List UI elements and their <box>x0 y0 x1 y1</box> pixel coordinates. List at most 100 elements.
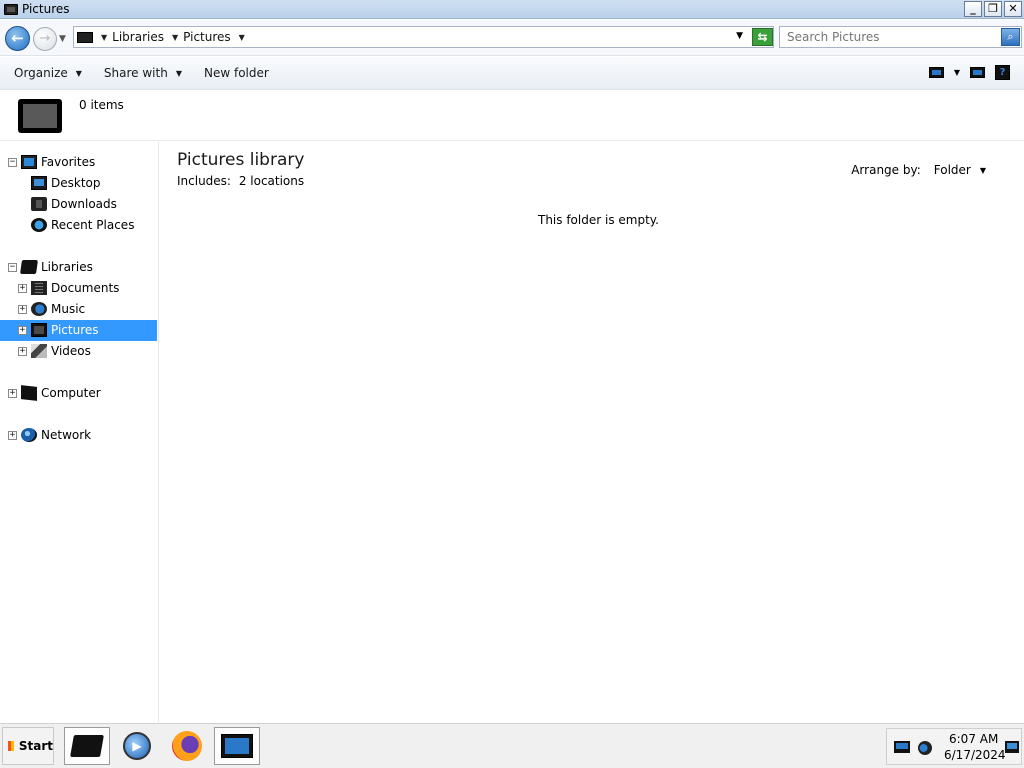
empty-folder-message: This folder is empty. <box>538 213 659 227</box>
search-button[interactable]: ⌕ <box>1001 28 1020 46</box>
refresh-button[interactable]: ⇆ <box>752 28 773 46</box>
desktop-icon <box>31 176 47 190</box>
expand-icon[interactable]: + <box>18 284 27 293</box>
nav-label: Downloads <box>51 197 117 211</box>
clock-date[interactable]: 6/17/2024 <box>944 748 1006 762</box>
nav-item-desktop[interactable]: Desktop <box>0 173 157 194</box>
recent-places-icon <box>31 218 47 232</box>
view-options-dropdown[interactable]: ▼ <box>954 68 960 77</box>
refresh-icon: ⇆ <box>757 30 768 44</box>
expand-icon[interactable]: + <box>18 326 27 335</box>
taskbar-media-player[interactable]: ▶ <box>114 727 160 765</box>
location-icon <box>77 31 93 43</box>
expand-icon[interactable]: + <box>18 347 27 356</box>
network-tray-icon[interactable] <box>894 741 910 753</box>
taskbar: Start ▶ 6:07 AM 6/17/2024 <box>0 723 1024 768</box>
nav-label: Libraries <box>41 260 93 274</box>
chevron-down-icon[interactable]: ▼ <box>980 166 986 175</box>
forward-button[interactable]: → <box>33 27 57 51</box>
navigation-pane: − Favorites Desktop Downloads Recent Pla… <box>0 142 159 722</box>
show-desktop-icon[interactable] <box>1005 741 1019 753</box>
details-strip: 0 items <box>0 91 1024 141</box>
view-controls: ▼ ? <box>928 65 1010 80</box>
nav-item-favorites[interactable]: − Favorites <box>0 152 157 173</box>
address-history-dropdown[interactable]: ▼ <box>736 31 743 41</box>
crumb-libraries[interactable]: Libraries <box>112 30 164 44</box>
nav-item-network[interactable]: + Network <box>0 425 157 446</box>
expand-icon[interactable]: + <box>8 431 17 440</box>
nav-item-music[interactable]: + Music <box>0 299 157 320</box>
search-box: ⌕ <box>779 26 1022 48</box>
nav-item-computer[interactable]: + Computer <box>0 383 157 404</box>
arrange-by-label: Arrange by: <box>851 163 921 177</box>
organize-button[interactable]: Organize ▼ <box>14 66 82 80</box>
command-bar: Organize ▼ Share with ▼ New folder ▼ ? <box>0 57 1024 90</box>
taskbar-firefox[interactable] <box>164 727 210 765</box>
nav-label: Network <box>41 428 92 442</box>
crumb-separator-icon[interactable]: ▼ <box>172 33 178 42</box>
nav-label: Documents <box>51 281 120 295</box>
start-button[interactable]: Start <box>2 727 54 765</box>
chevron-down-icon: ▼ <box>175 68 182 78</box>
library-includes: Includes: 2 locations <box>177 174 304 188</box>
arrange-by-value[interactable]: Folder <box>934 163 971 177</box>
nav-item-videos[interactable]: + Videos <box>0 341 157 362</box>
nav-item-pictures[interactable]: + Pictures <box>0 320 157 341</box>
window-icon <box>221 734 253 758</box>
documents-icon <box>31 281 47 295</box>
music-icon <box>31 302 47 316</box>
arrange-by: Arrange by: Folder ▼ <box>851 163 986 177</box>
nav-item-recent-places[interactable]: Recent Places <box>0 215 157 236</box>
nav-item-libraries[interactable]: − Libraries <box>0 257 157 278</box>
preview-pane-icon[interactable] <box>970 67 985 78</box>
expand-icon[interactable]: + <box>18 305 27 314</box>
taskbar-pictures-window[interactable] <box>214 727 260 765</box>
address-bar: ← → ▼ ▼ Libraries ▼ Pictures ▼ ▼ ⇆ ⌕ <box>0 20 1024 56</box>
crumb-separator-icon[interactable]: ▼ <box>101 33 107 42</box>
expand-icon[interactable]: + <box>8 389 17 398</box>
nav-label: Computer <box>41 386 101 400</box>
pictures-icon <box>31 323 47 337</box>
volume-icon[interactable] <box>918 741 932 755</box>
organize-label: Organize <box>14 66 68 80</box>
libraries-icon <box>20 260 38 274</box>
new-folder-button[interactable]: New folder <box>204 66 269 80</box>
close-button[interactable]: ✕ <box>1004 1 1022 17</box>
items-count: 0 items <box>79 98 124 112</box>
includes-locations-link[interactable]: 2 locations <box>239 174 304 188</box>
downloads-icon <box>31 197 47 211</box>
recent-pages-dropdown[interactable]: ▼ <box>59 34 66 44</box>
nav-item-downloads[interactable]: Downloads <box>0 194 157 215</box>
search-icon: ⌕ <box>1007 30 1014 43</box>
content-pane: Pictures library Includes: 2 locations A… <box>160 142 1024 722</box>
nav-item-documents[interactable]: + Documents <box>0 278 157 299</box>
back-arrow-icon: ← <box>11 29 24 47</box>
start-label: Start <box>18 739 53 753</box>
help-icon[interactable]: ? <box>995 65 1010 80</box>
title-bar: Pictures _ ❐ ✕ <box>0 0 1024 19</box>
change-view-icon[interactable] <box>928 67 944 78</box>
clock-time[interactable]: 6:07 AM <box>949 732 998 746</box>
search-input[interactable] <box>780 27 990 47</box>
address-field[interactable]: ▼ Libraries ▼ Pictures ▼ ▼ <box>73 26 774 48</box>
crumb-pictures[interactable]: Pictures <box>183 30 231 44</box>
taskbar-explorer[interactable] <box>64 727 110 765</box>
library-title: Pictures library <box>177 150 305 170</box>
window-title: Pictures <box>22 2 70 16</box>
library-large-icon <box>18 99 62 133</box>
pictures-folder-icon <box>4 3 18 15</box>
includes-label: Includes: <box>177 174 231 188</box>
collapse-icon[interactable]: − <box>8 158 17 167</box>
nav-label: Favorites <box>41 155 96 169</box>
share-with-button[interactable]: Share with ▼ <box>104 66 182 80</box>
forward-arrow-icon: → <box>39 31 51 46</box>
back-button[interactable]: ← <box>5 26 30 51</box>
computer-icon <box>21 385 37 401</box>
media-player-icon: ▶ <box>123 732 151 760</box>
crumb-separator-icon[interactable]: ▼ <box>239 33 245 42</box>
nav-label: Music <box>51 302 86 316</box>
minimize-button[interactable]: _ <box>964 1 982 17</box>
favorites-icon <box>21 155 37 169</box>
collapse-icon[interactable]: − <box>8 263 17 272</box>
restore-button[interactable]: ❐ <box>984 1 1002 17</box>
